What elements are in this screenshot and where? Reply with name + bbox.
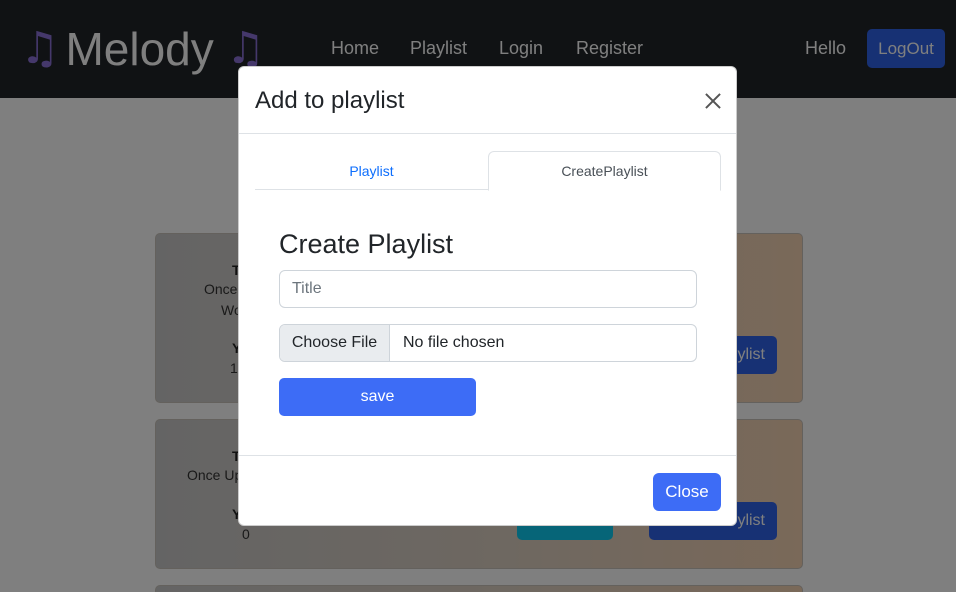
playlist-tabs: Playlist CreatePlaylist <box>255 151 721 191</box>
add-to-playlist-modal: Add to playlist Playlist CreatePlaylist … <box>238 66 737 526</box>
modal-title: Add to playlist <box>255 87 405 114</box>
modal-header: Add to playlist <box>239 67 736 134</box>
file-status: No file chosen <box>403 334 505 351</box>
tab-create-playlist[interactable]: CreatePlaylist <box>488 151 721 191</box>
form-heading: Create Playlist <box>279 229 454 259</box>
tab-playlist[interactable]: Playlist <box>255 151 488 190</box>
modal-footer: Close <box>239 455 736 525</box>
title-input[interactable] <box>279 270 697 308</box>
close-button[interactable]: Close <box>653 473 721 511</box>
choose-file-button[interactable]: Choose File <box>280 325 390 361</box>
save-button[interactable]: save <box>279 378 476 416</box>
file-input[interactable]: Choose File No file chosen <box>279 324 697 362</box>
close-icon[interactable] <box>703 91 723 111</box>
